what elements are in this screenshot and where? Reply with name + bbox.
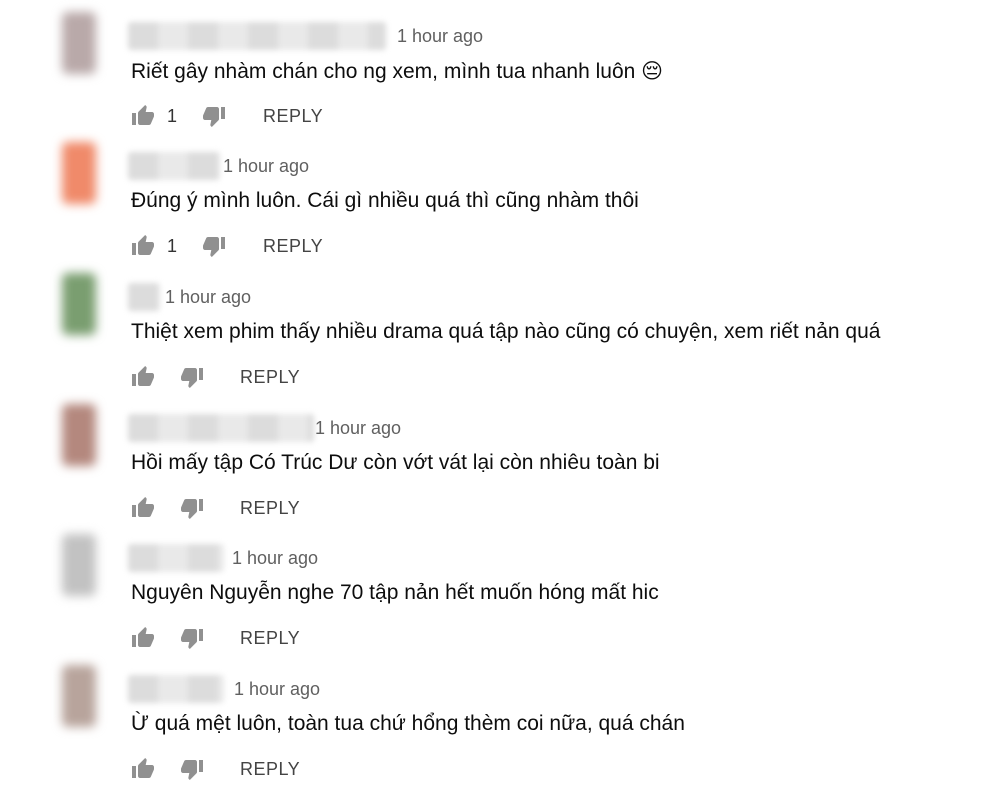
comment-text: Đúng ý mình luôn. Cái gì nhiều quá thì c… <box>131 189 639 212</box>
like-button[interactable] <box>131 755 155 783</box>
author-name-blurred[interactable] <box>128 414 314 442</box>
author-name-blurred[interactable] <box>128 283 160 311</box>
thumbs-down-icon <box>181 499 203 519</box>
like-button[interactable] <box>131 494 155 522</box>
comment-text: Riết gây nhàm chán cho ng xem, mình tua … <box>131 60 664 83</box>
avatar[interactable] <box>62 12 96 74</box>
thumbs-up-icon <box>132 627 154 647</box>
avatar[interactable] <box>62 142 96 204</box>
like-button[interactable] <box>131 232 155 260</box>
thumbs-up-icon <box>132 105 154 125</box>
dislike-button[interactable] <box>202 232 226 260</box>
comment-text: Thiệt xem phim thấy nhiều drama quá tập … <box>131 320 881 343</box>
like-button[interactable] <box>131 363 155 391</box>
avatar[interactable] <box>62 665 96 727</box>
thumbs-up-icon <box>132 497 154 517</box>
reply-button[interactable]: REPLY <box>240 494 300 522</box>
comment: 1 hour ago Đúng ý mình luôn. Cái gì nhiề… <box>0 134 1000 264</box>
like-count: 1 <box>167 235 178 256</box>
comment: 1 hour ago Nguyên Nguyễn nghe 70 tập nản… <box>0 526 1000 656</box>
reply-button[interactable]: REPLY <box>263 232 323 260</box>
comment: 1 hour ago Thiệt xem phim thấy nhiều dra… <box>0 265 1000 395</box>
reply-button[interactable]: REPLY <box>263 102 323 130</box>
comment: 1 hour ago Riết gây nhàm chán cho ng xem… <box>0 4 1000 134</box>
reply-button[interactable]: REPLY <box>240 624 300 652</box>
reply-button[interactable]: REPLY <box>240 755 300 783</box>
avatar[interactable] <box>62 404 96 466</box>
comment-timestamp[interactable]: 1 hour ago <box>223 156 309 177</box>
thumbs-down-icon <box>181 368 203 388</box>
like-button[interactable] <box>131 102 155 130</box>
dislike-button[interactable] <box>180 624 204 652</box>
comment-timestamp[interactable]: 1 hour ago <box>232 548 318 569</box>
thumbs-up-icon <box>132 758 154 778</box>
thumbs-up-icon <box>132 235 154 255</box>
comment: 1 hour ago Ừ quá mệt luôn, toàn tua chứ … <box>0 657 1000 787</box>
comment-text: Ừ quá mệt luôn, toàn tua chứ hổng thèm c… <box>131 712 685 735</box>
comment-timestamp[interactable]: 1 hour ago <box>165 287 251 308</box>
comment: 1 hour ago Hồi mấy tập Có Trúc Dư còn vớ… <box>0 396 1000 526</box>
author-name-blurred[interactable] <box>128 544 224 572</box>
comment-text: Hồi mấy tập Có Trúc Dư còn vớt vát lại c… <box>131 451 660 474</box>
dislike-button[interactable] <box>180 363 204 391</box>
thumbs-down-icon <box>181 760 203 780</box>
dislike-button[interactable] <box>202 102 226 130</box>
comment-timestamp[interactable]: 1 hour ago <box>315 418 401 439</box>
reply-button[interactable]: REPLY <box>240 363 300 391</box>
thumbs-down-icon <box>181 629 203 649</box>
author-name-blurred[interactable] <box>128 22 386 50</box>
avatar[interactable] <box>62 534 96 596</box>
like-count: 1 <box>167 105 178 126</box>
comment-timestamp[interactable]: 1 hour ago <box>234 679 320 700</box>
thumbs-up-icon <box>132 366 154 386</box>
thumbs-down-icon <box>203 237 225 257</box>
dislike-button[interactable] <box>180 494 204 522</box>
dislike-button[interactable] <box>180 755 204 783</box>
avatar[interactable] <box>62 273 96 335</box>
thumbs-down-icon <box>203 107 225 127</box>
author-name-blurred[interactable] <box>128 675 224 703</box>
like-button[interactable] <box>131 624 155 652</box>
author-name-blurred[interactable] <box>128 152 220 180</box>
comment-text: Nguyên Nguyễn nghe 70 tập nản hết muốn h… <box>131 581 659 604</box>
comment-timestamp[interactable]: 1 hour ago <box>397 26 483 47</box>
